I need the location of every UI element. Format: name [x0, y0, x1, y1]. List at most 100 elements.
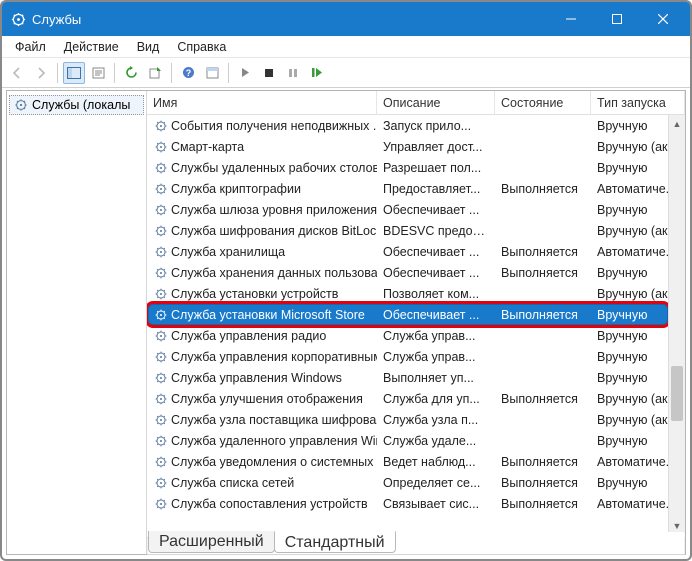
show-hide-tree-button[interactable] [63, 62, 85, 84]
menu-file[interactable]: Файл [6, 38, 55, 56]
export-button[interactable] [144, 62, 166, 84]
service-row[interactable]: Служба установки устройствПозволяет ком.… [147, 283, 685, 304]
service-desc: Служба управ... [377, 350, 495, 364]
column-state[interactable]: Состояние [495, 91, 591, 114]
back-button [6, 62, 28, 84]
service-row[interactable]: Смарт-картаУправляет дост...Вручную (ак. [147, 136, 685, 157]
start-service-button[interactable] [234, 62, 256, 84]
service-desc: Связывает сис... [377, 497, 495, 511]
service-name: Служба узла поставщика шифрован... [171, 413, 377, 427]
bottom-tab-strip: Расширенный Стандартный [148, 532, 684, 554]
help-button[interactable]: ? [177, 62, 199, 84]
service-row[interactable]: Служба улучшения отображения Служба для у… [147, 388, 685, 409]
tree-root-services[interactable]: Службы (локалы [9, 95, 144, 115]
service-desc: Ведет наблюд... [377, 455, 495, 469]
service-row[interactable]: Служба сопоставления устройствСвязывает … [147, 493, 685, 514]
service-state: Выполняется [495, 245, 591, 259]
service-row[interactable]: Служба списка сетейОпределяет се...Выпол… [147, 472, 685, 493]
service-name: Служба шлюза уровня приложения [171, 203, 377, 217]
forward-button [30, 62, 52, 84]
column-start[interactable]: Тип запуска [591, 91, 685, 114]
service-row[interactable]: Служба управления корпоративным...Служба… [147, 346, 685, 367]
gear-icon [153, 118, 168, 133]
gear-icon [153, 433, 168, 448]
separator [228, 63, 229, 83]
properties-button[interactable] [87, 62, 109, 84]
service-row[interactable]: Служба хранения данных пользоват...Обесп… [147, 262, 685, 283]
service-row[interactable]: Службы удаленных рабочих столовРазрешает… [147, 157, 685, 178]
service-name: Службы удаленных рабочих столов [171, 161, 377, 175]
service-name: Служба улучшения отображения [171, 392, 363, 406]
minimize-button[interactable] [548, 2, 594, 36]
tab-extended[interactable]: Расширенный [148, 531, 275, 553]
service-row[interactable]: Служба управления Windows Выполняет уп...… [147, 367, 685, 388]
services-list[interactable]: События получения неподвижных ...Запуск … [147, 115, 685, 554]
service-row[interactable]: Служба хранилища Обеспечивает ...Выполняе… [147, 241, 685, 262]
service-name: Служба списка сетей [171, 476, 294, 490]
service-state: Выполняется [495, 497, 591, 511]
gear-icon [153, 391, 168, 406]
column-name[interactable]: Имя [147, 91, 377, 114]
gear-icon [153, 286, 168, 301]
service-desc: Обеспечивает ... [377, 245, 495, 259]
gear-icon [153, 349, 168, 364]
service-row[interactable]: Служба шлюза уровня приложенияОбеспечива… [147, 199, 685, 220]
service-desc: Служба удале... [377, 434, 495, 448]
gear-icon [153, 181, 168, 196]
vertical-scrollbar[interactable]: ▲ ▼ [668, 115, 685, 534]
maximize-button[interactable] [594, 2, 640, 36]
pause-service-button[interactable] [282, 62, 304, 84]
service-name: Служба хранения данных пользоват... [171, 266, 377, 280]
separator [114, 63, 115, 83]
content-body: Службы (локалы Имя Описание Состояние Ти… [6, 90, 686, 555]
service-name: Служба управления Windows [171, 371, 342, 385]
service-row[interactable]: Служба шифрования дисков BitLockerBDESVC… [147, 220, 685, 241]
gear-icon [153, 244, 168, 259]
refresh-button[interactable] [120, 62, 142, 84]
service-name: Служба установки Microsoft Store [171, 308, 365, 322]
scroll-up-arrow[interactable]: ▲ [669, 115, 685, 132]
gear-icon [153, 328, 168, 343]
gear-icon [14, 98, 28, 112]
service-state: Выполняется [495, 392, 591, 406]
service-desc: Выполняет уп... [377, 371, 495, 385]
app-icon [10, 11, 26, 27]
service-row[interactable]: Служба узла поставщика шифрован...Служба… [147, 409, 685, 430]
gear-icon [153, 412, 168, 427]
properties-alt-button[interactable] [201, 62, 223, 84]
service-row[interactable]: Служба удаленного управления Win...Служб… [147, 430, 685, 451]
gear-icon [153, 139, 168, 154]
service-desc: Служба для уп... [377, 392, 495, 406]
service-row[interactable]: Служба установки Microsoft Store Обеспечи… [147, 304, 685, 325]
service-row[interactable]: Служба уведомления о системных с...Ведет… [147, 451, 685, 472]
service-name: Служба уведомления о системных с... [171, 455, 377, 469]
service-desc: BDESVC предос... [377, 224, 495, 238]
service-desc: Служба управ... [377, 329, 495, 343]
service-desc: Управляет дост... [377, 140, 495, 154]
stop-service-button[interactable] [258, 62, 280, 84]
restart-service-button[interactable] [306, 62, 328, 84]
column-desc[interactable]: Описание [377, 91, 495, 114]
service-state: Выполняется [495, 266, 591, 280]
scroll-thumb-v[interactable] [671, 366, 683, 421]
service-name: Смарт-карта [171, 140, 244, 154]
close-button[interactable] [640, 2, 686, 36]
service-desc: Позволяет ком... [377, 287, 495, 301]
service-name: Служба криптографии [171, 182, 301, 196]
tree-sidebar[interactable]: Службы (локалы [7, 91, 147, 554]
service-desc: Обеспечивает ... [377, 308, 495, 322]
menu-help[interactable]: Справка [168, 38, 235, 56]
menu-action[interactable]: Действие [55, 38, 128, 56]
gear-icon [153, 223, 168, 238]
service-state: Выполняется [495, 182, 591, 196]
service-row[interactable]: Служба управления радиоСлужба управ...Вр… [147, 325, 685, 346]
menu-view[interactable]: Вид [128, 38, 169, 56]
gear-icon [153, 202, 168, 217]
tab-standard[interactable]: Стандартный [274, 531, 396, 553]
title-bar[interactable]: Службы [2, 2, 690, 36]
service-row[interactable]: Служба криптографииПредоставляет...Выпол… [147, 178, 685, 199]
gear-icon [153, 160, 168, 175]
service-row[interactable]: События получения неподвижных ...Запуск … [147, 115, 685, 136]
window-title: Службы [32, 12, 548, 27]
service-name: Служба хранилища [171, 245, 285, 259]
